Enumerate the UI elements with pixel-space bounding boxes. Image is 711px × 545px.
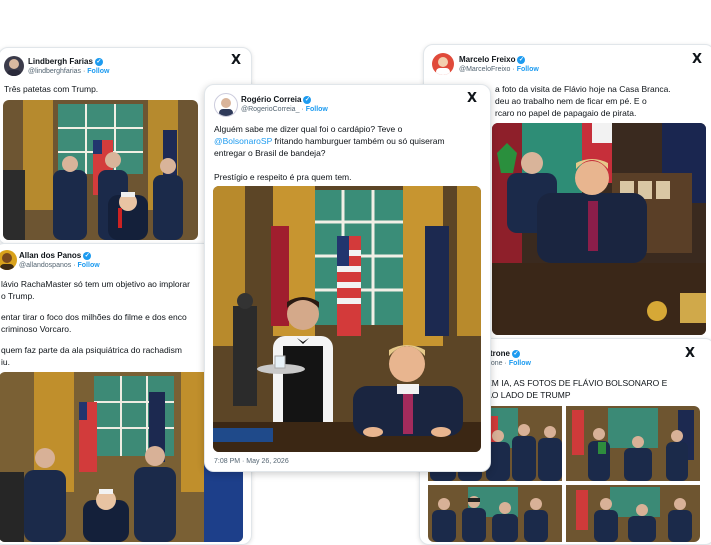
verified-badge-icon: ✓ [517,55,526,64]
tweet-line: quem faz parte da ala psiquiátrica do ra… [1,345,182,355]
avatar[interactable] [432,53,454,75]
tweet-header: Lindbergh Farias ✓ @lindberghfarias · Fol… [0,48,251,88]
avatar-image [7,59,21,76]
author-handle-row: @MarceloFreixo · Follow [459,66,539,73]
tweet-line: entar tirar o foco dos milhões do filme … [1,312,187,322]
follow-button[interactable]: Follow [509,360,531,367]
tweet-line: @BolsonaroSP fritando hamburguer também … [214,135,445,147]
tweet-line: rcaro no papel de papagaio de pirata. [495,108,637,118]
tweet-line: entregar o Brasil de bandeja? [214,148,326,158]
verified-badge-icon: ✓ [94,57,103,66]
x-logo-icon[interactable]: X [231,54,241,67]
oval-office-photo [492,123,706,335]
avatar-image [219,98,233,116]
tweet-photo[interactable] [213,186,481,452]
avatar-image [436,57,450,75]
author-name[interactable]: Marcelo Freixo ✓ [459,55,526,64]
verified-badge-icon: ✓ [303,95,312,104]
tweet-timestamp[interactable]: 7:08 PM · May 26, 2026 [214,458,289,465]
avatar[interactable] [0,250,17,270]
tweet-line: a foto da visita de Flávio hoje na Casa … [495,84,671,94]
tweet-text: Três patetas com Trump. [4,84,99,94]
avatar[interactable] [214,93,238,117]
mention-link[interactable]: @BolsonaroSP [214,136,272,146]
author-handle[interactable]: @lindberghfarias [28,68,81,75]
follow-button[interactable]: Follow [78,262,100,269]
tweet-line-rest: fritando hamburguer também ou só quisera… [272,136,445,146]
author-name[interactable]: Allan dos Panos ✓ [19,251,92,260]
follow-button[interactable]: Follow [517,66,539,73]
follow-button[interactable]: Follow [306,106,328,113]
author-handle[interactable]: @MarceloFreixo [459,66,510,73]
tweet-line: Prestígio e respeito é pra quem tem. [214,172,352,182]
tweet-header: Rogério Correia ✓ @RogerioCorreia_ · Foll… [205,85,490,125]
avatar-image [0,253,14,270]
author-handle-row: @lindberghfarias · Follow [28,68,110,75]
author-handle-row: @allandospanos · Follow [19,262,100,269]
tweet-photo[interactable] [492,123,706,335]
x-logo-icon[interactable]: X [685,347,695,360]
tweet-line: deu ao trabalho nem de ficar em pé. E o [495,96,647,106]
verified-badge-icon: ✓ [511,349,520,358]
tweet-line: iu. [1,357,10,367]
author-name[interactable]: Lindbergh Farias ✓ [28,57,103,66]
avatar[interactable] [4,56,24,76]
author-handle-row: @RogerioCorreia_ · Follow [241,106,328,113]
tweet-line: o Trump. [1,291,35,301]
author-name[interactable]: Rogério Correia ✓ [241,95,312,104]
oval-office-photo [213,186,481,452]
follow-button[interactable]: Follow [87,68,109,75]
oval-office-photo [3,100,198,240]
tweet-line: criminoso Vorcaro. [1,324,72,334]
author-handle[interactable]: @allandospanos [19,262,71,269]
tweet-line: lávio RachaMaster só tem um objetivo ao … [1,279,190,289]
x-logo-icon[interactable]: X [692,53,702,66]
tweet-header: Marcelo Freixo ✓ @MarceloFreixo · Follow … [424,45,711,85]
tweet-card-rogerio: Rogério Correia ✓ @RogerioCorreia_ · Foll… [204,84,491,472]
tweet-photo[interactable] [3,100,198,240]
x-logo-icon[interactable]: X [467,92,477,105]
tweet-line: Alguém sabe me dizer qual foi o cardápio… [214,124,403,134]
author-handle[interactable]: @RogerioCorreia_ [241,106,299,113]
verified-badge-icon: ✓ [83,251,92,260]
